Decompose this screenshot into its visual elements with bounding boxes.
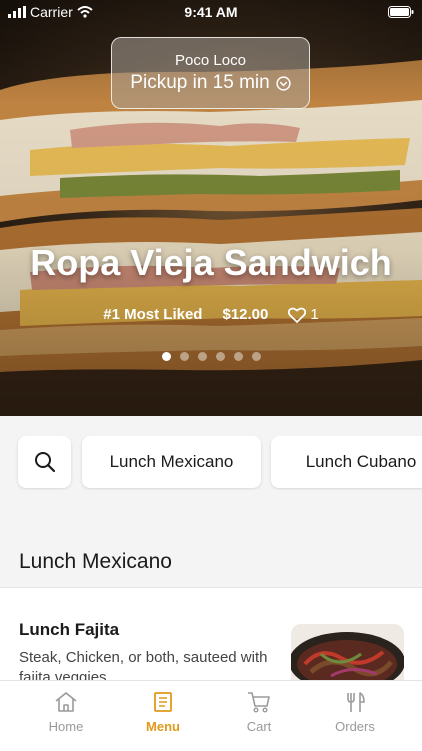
search-button[interactable] bbox=[18, 436, 71, 488]
battery-icon bbox=[388, 5, 414, 21]
tab-menu-label: Menu bbox=[146, 719, 180, 734]
menu-item[interactable]: Lunch Fajita Steak, Chicken, or both, sa… bbox=[0, 587, 422, 688]
status-time: 9:41 AM bbox=[184, 4, 238, 20]
menu-item-name: Lunch Fajita bbox=[19, 620, 120, 639]
tab-orders[interactable]: Orders bbox=[305, 691, 405, 734]
featured-hero[interactable]: Carrier 9:41 AM Poco Loco Pickup in 15 m… bbox=[0, 0, 422, 416]
carousel-dots bbox=[0, 352, 422, 361]
category-bar: Lunch Mexicano Lunch Cubano bbox=[0, 436, 422, 490]
tab-home[interactable]: Home bbox=[16, 691, 116, 734]
tab-bar: Home Menu Cart Orders bbox=[0, 680, 422, 751]
featured-rank: #1 Most Liked bbox=[103, 306, 203, 323]
section-title: Lunch Mexicano bbox=[19, 550, 172, 573]
tab-cart-label: Cart bbox=[246, 719, 272, 734]
fork-knife-icon bbox=[347, 692, 365, 712]
status-bar: Carrier 9:41 AM bbox=[0, 0, 422, 24]
search-icon bbox=[34, 452, 55, 473]
pickup-selector[interactable]: Poco Loco Pickup in 15 min bbox=[111, 37, 310, 109]
tab-home-label: Home bbox=[48, 719, 84, 734]
carousel-dot[interactable] bbox=[197, 352, 207, 361]
carousel-dot[interactable] bbox=[215, 352, 225, 361]
carousel-dot[interactable] bbox=[233, 352, 243, 361]
tab-orders-label: Orders bbox=[335, 719, 375, 734]
tab-cart[interactable]: Cart bbox=[209, 691, 309, 734]
carousel-dot[interactable] bbox=[251, 352, 261, 361]
pickup-eta-label: Pickup in 15 min bbox=[130, 72, 270, 93]
featured-title: Ropa Vieja Sandwich bbox=[30, 242, 392, 283]
menu-item-image bbox=[291, 624, 404, 688]
restaurant-name: Poco Loco bbox=[175, 52, 246, 69]
featured-price: $12.00 bbox=[222, 306, 269, 323]
chevron-down-circle-icon bbox=[276, 75, 291, 91]
like-button[interactable]: 1 bbox=[288, 306, 319, 323]
pickup-eta: Pickup in 15 min bbox=[112, 72, 309, 94]
cart-icon bbox=[248, 692, 270, 713]
tab-menu[interactable]: Menu bbox=[113, 691, 213, 734]
featured-meta: #1 Most Liked $12.00 1 bbox=[0, 306, 422, 323]
home-icon bbox=[55, 692, 77, 712]
carousel-dot[interactable] bbox=[179, 352, 189, 361]
carousel-dot[interactable] bbox=[161, 352, 171, 361]
category-lunch-mexicano[interactable]: Lunch Mexicano bbox=[82, 436, 261, 488]
likes-count: 1 bbox=[310, 306, 319, 323]
menu-book-icon bbox=[154, 692, 172, 712]
category-lunch-cubano[interactable]: Lunch Cubano bbox=[271, 436, 422, 488]
heart-icon bbox=[288, 307, 307, 323]
